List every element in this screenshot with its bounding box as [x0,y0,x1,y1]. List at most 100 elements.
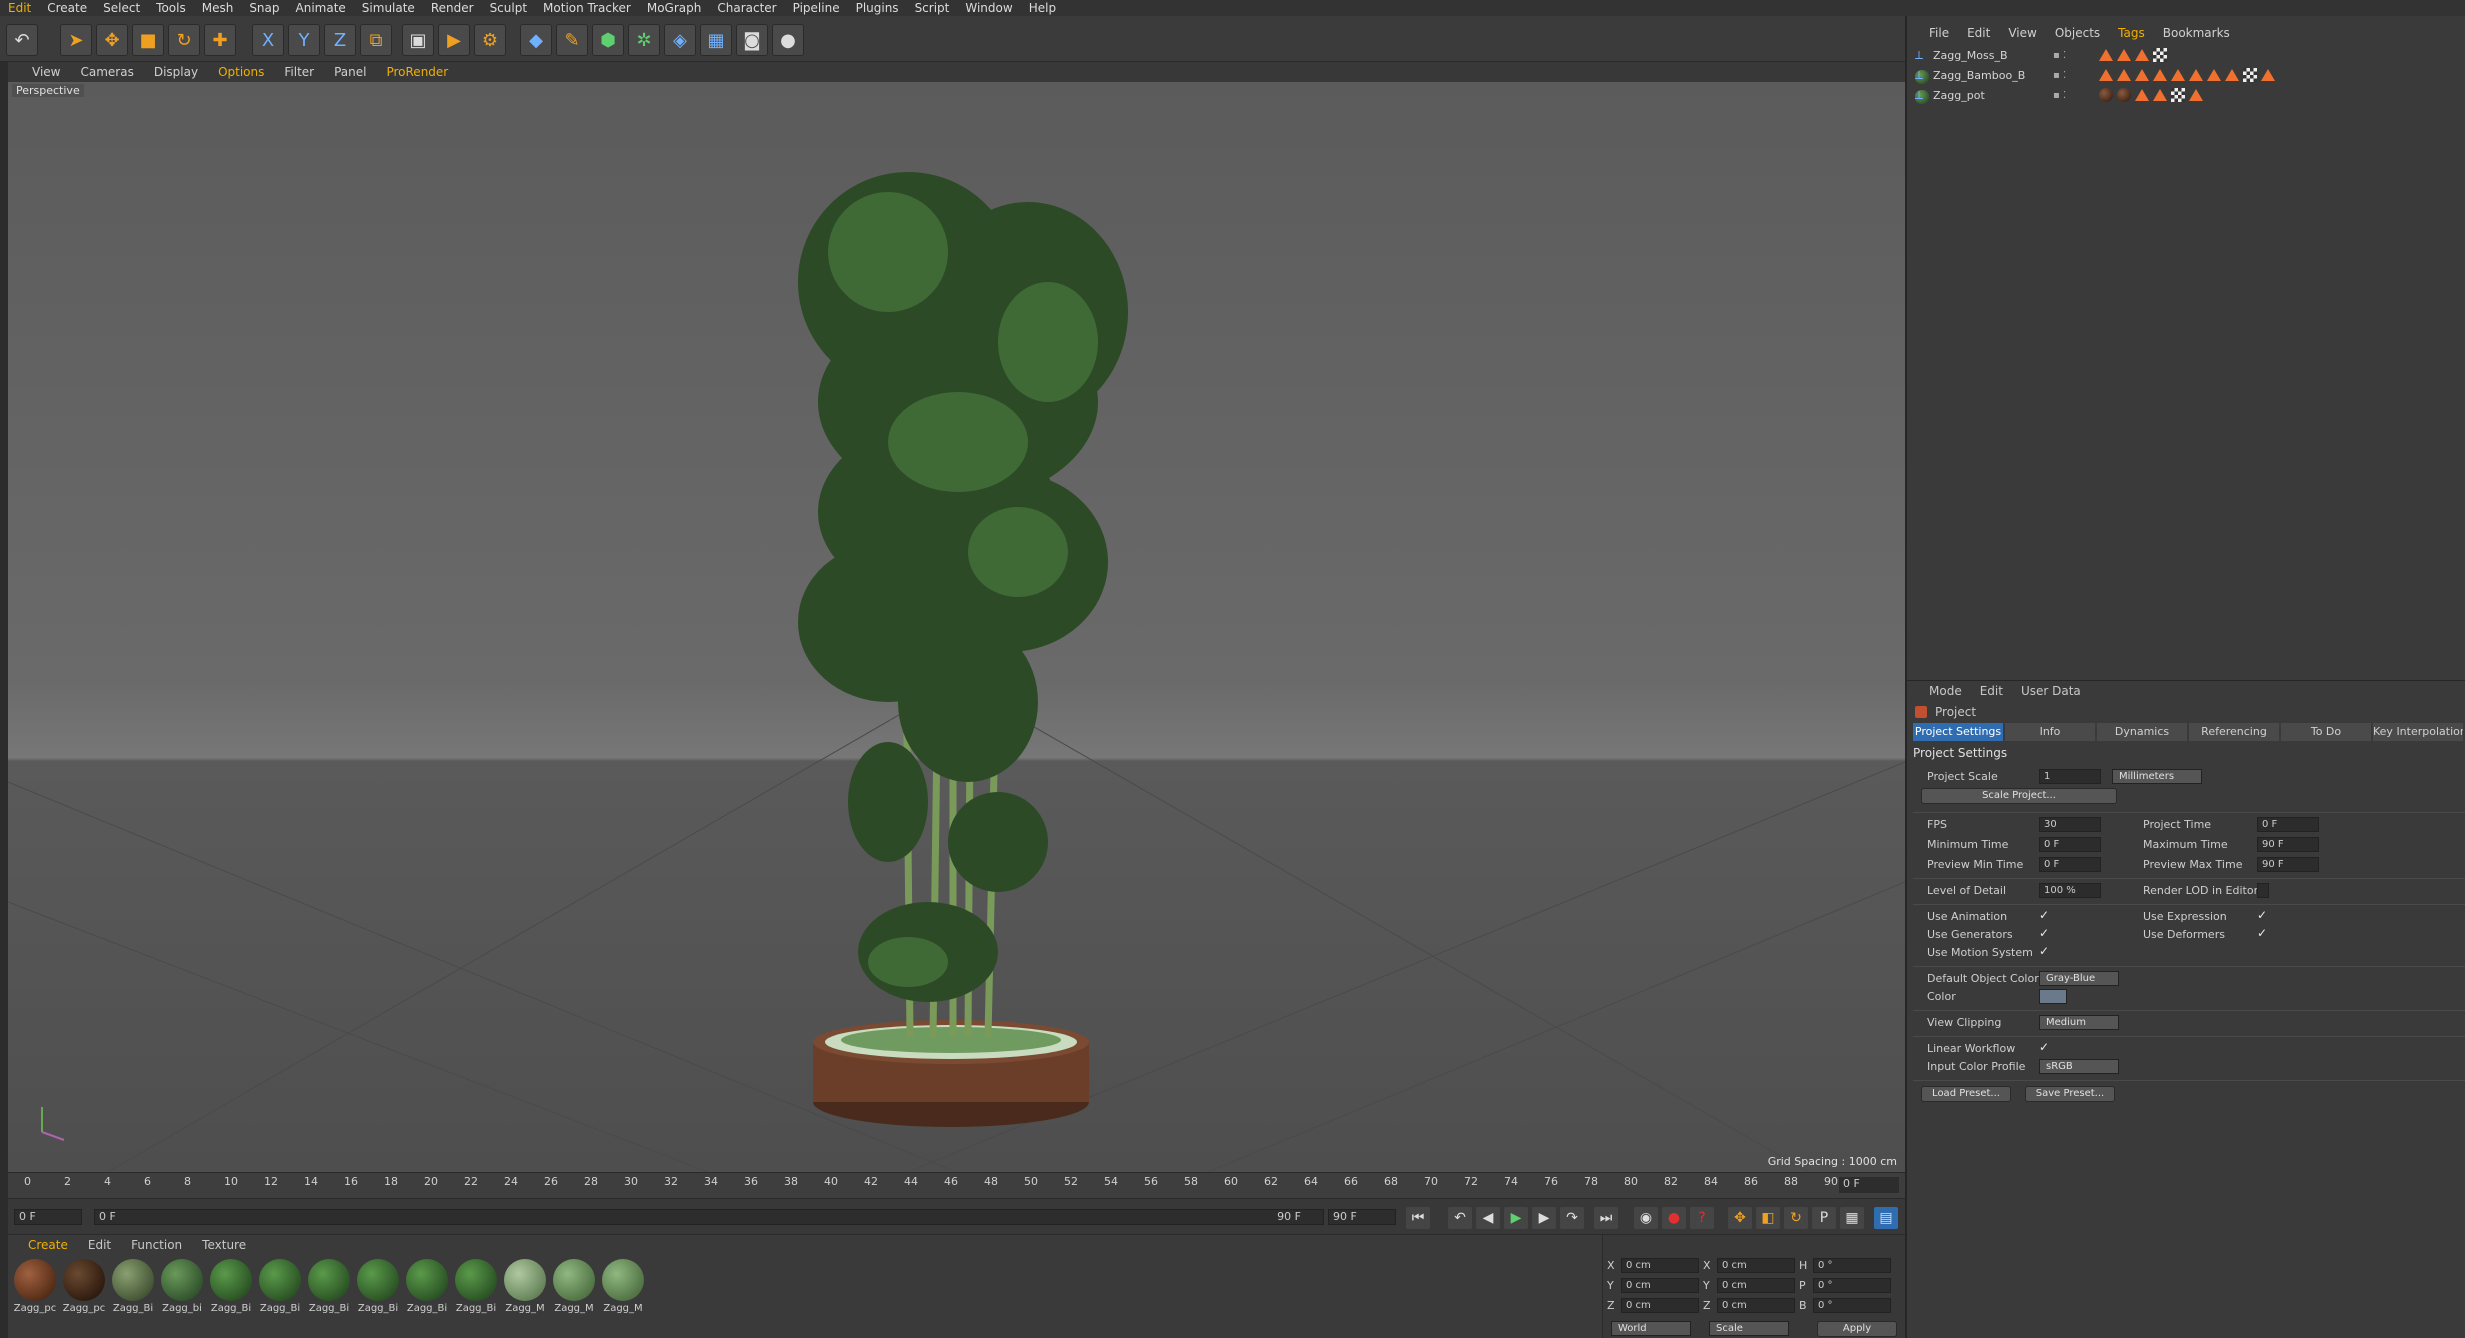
timeline-window-icon[interactable]: ▤ [1874,1207,1898,1229]
maximum-time-field[interactable]: 90 F [2257,837,2319,852]
viewport-menu-cameras[interactable]: Cameras [80,65,133,79]
phong-tag-icon[interactable] [2117,49,2132,61]
autokey-icon[interactable]: ● [1662,1207,1686,1229]
menu-pipeline[interactable]: Pipeline [793,1,840,15]
coord-value-field[interactable]: 0 cm [1621,1278,1699,1293]
pen-icon[interactable]: ✎ [556,24,588,56]
phong-tag-icon[interactable] [2099,69,2114,81]
phong-tag-icon[interactable] [2171,69,2186,81]
viewport-menu-panel[interactable]: Panel [334,65,366,79]
object-name[interactable]: Zagg_Bamboo_B [1923,69,2053,82]
menu-script[interactable]: Script [915,1,950,15]
material-tag-icon[interactable] [2117,88,2132,102]
linear-workflow-checkbox[interactable]: ✓ [2039,1040,2049,1054]
z-axis-icon[interactable]: Z [324,24,356,56]
object-menu-file[interactable]: File [1929,26,1949,40]
phong-tag-icon[interactable] [2189,89,2204,101]
material-swatch[interactable]: Zagg_Bi [404,1259,450,1329]
next-frame-icon[interactable]: ▶ [1532,1207,1556,1229]
menu-help[interactable]: Help [1029,1,1056,15]
key-parameter-icon[interactable]: P [1812,1207,1836,1229]
coord-value-field[interactable]: 0 cm [1621,1258,1699,1273]
material-menu-edit[interactable]: Edit [88,1238,111,1252]
material-tag-icon[interactable] [2099,88,2114,102]
subdivision-icon[interactable]: ⬢ [592,24,624,56]
previous-frame-icon[interactable]: ◀ [1476,1207,1500,1229]
phong-tag-icon[interactable] [2189,69,2204,81]
coord-value-field[interactable]: 0 ° [1813,1278,1891,1293]
material-swatch[interactable]: Zagg_M [502,1259,548,1329]
menu-sculpt[interactable]: Sculpt [490,1,527,15]
go-to-end-icon[interactable]: ⏭ [1594,1207,1618,1229]
phong-tag-icon[interactable] [2153,89,2168,101]
start-frame-field[interactable]: 0 F [14,1209,82,1225]
menu-mograph[interactable]: MoGraph [647,1,702,15]
material-swatch[interactable]: Zagg_Bi [208,1259,254,1329]
scale-project-button[interactable]: Scale Project... [1921,788,2117,804]
undo-icon[interactable]: ↶ [6,24,38,56]
record-keys-icon[interactable]: ◉ [1634,1207,1658,1229]
visibility-dots-icon[interactable]: ▪ ⁚ [2053,70,2075,81]
go-to-start-icon[interactable]: ⏮ [1406,1207,1430,1229]
menu-select[interactable]: Select [103,1,140,15]
preview-range-slider[interactable]: 0 F 90 F [94,1209,1324,1225]
phong-tag-icon[interactable] [2135,89,2150,101]
use-expression-checkbox[interactable]: ✓ [2257,908,2267,922]
material-swatch[interactable]: Zagg_bi [159,1259,205,1329]
coord-value-field[interactable]: 0 cm [1717,1258,1795,1273]
tab-info[interactable]: Info [2005,723,2095,741]
object-menu-objects[interactable]: Objects [2055,26,2100,40]
object-row[interactable]: ⟂ Zagg_Bamboo_B ▪ ⁚ [1915,66,2459,104]
floor-icon[interactable]: ▦ [700,24,732,56]
level-of-detail-field[interactable]: 100 % [2039,883,2101,898]
add-icon[interactable]: ✚ [204,24,236,56]
object-row[interactable]: ⟂ Zagg_Moss_B ▪ ⁚ [1915,46,2459,84]
light-icon[interactable]: ● [772,24,804,56]
key-position-icon[interactable]: ✥ [1728,1207,1752,1229]
preview-min-field[interactable]: 0 F [2039,857,2101,872]
viewport-menu-options[interactable]: Options [218,65,264,79]
color-swatch[interactable] [2039,989,2067,1004]
cloner-icon[interactable]: ✲ [628,24,660,56]
phong-tag-icon[interactable] [2117,69,2132,81]
phong-tag-icon[interactable] [2099,49,2114,61]
menu-motion-tracker[interactable]: Motion Tracker [543,1,631,15]
object-name[interactable]: Zagg_Moss_B [1923,49,2053,62]
attribute-menu-user-data[interactable]: User Data [2021,684,2081,698]
phong-tag-icon[interactable] [2153,69,2168,81]
render-settings-icon[interactable]: ⚙ [474,24,506,56]
visibility-dots-icon[interactable]: ▪ ⁚ [2053,90,2075,101]
next-key-icon[interactable]: ↷ [1560,1207,1584,1229]
camera-icon[interactable]: ◙ [736,24,768,56]
coord-system-icon[interactable]: ⧉ [360,24,392,56]
rotate-icon[interactable]: ↻ [168,24,200,56]
material-swatch[interactable]: Zagg_pc [61,1259,107,1329]
coord-value-field[interactable]: 0 ° [1813,1298,1891,1313]
object-menu-bookmarks[interactable]: Bookmarks [2163,26,2230,40]
tab-referencing[interactable]: Referencing [2189,723,2279,741]
viewport-menu-view[interactable]: View [32,65,60,79]
visibility-dots-icon[interactable]: ▪ ⁚ [2053,50,2075,61]
cube-icon[interactable]: ◆ [520,24,552,56]
save-preset-button[interactable]: Save Preset... [2025,1086,2115,1102]
menu-snap[interactable]: Snap [249,1,279,15]
uvw-tag-icon[interactable] [2153,48,2168,62]
keyframe-selection-icon[interactable]: ? [1690,1207,1714,1229]
material-menu-function[interactable]: Function [131,1238,182,1252]
apply-button[interactable]: Apply [1817,1321,1897,1337]
coord-value-field[interactable]: 0 ° [1813,1258,1891,1273]
preview-max-field[interactable]: 90 F [2257,857,2319,872]
y-axis-icon[interactable]: Y [288,24,320,56]
menu-create[interactable]: Create [47,1,87,15]
use-generators-checkbox[interactable]: ✓ [2039,926,2049,940]
material-swatch[interactable]: Zagg_M [600,1259,646,1329]
move-icon[interactable]: ✥ [96,24,128,56]
attribute-menu-edit[interactable]: Edit [1980,684,2003,698]
object-menu-view[interactable]: View [2008,26,2036,40]
object-menu-edit[interactable]: Edit [1967,26,1990,40]
project-time-field[interactable]: 0 F [2257,817,2319,832]
tab-dynamics[interactable]: Dynamics [2097,723,2187,741]
phong-tag-icon[interactable] [2207,69,2222,81]
menu-tools[interactable]: Tools [156,1,186,15]
tab-project-settings[interactable]: Project Settings [1913,723,2003,741]
